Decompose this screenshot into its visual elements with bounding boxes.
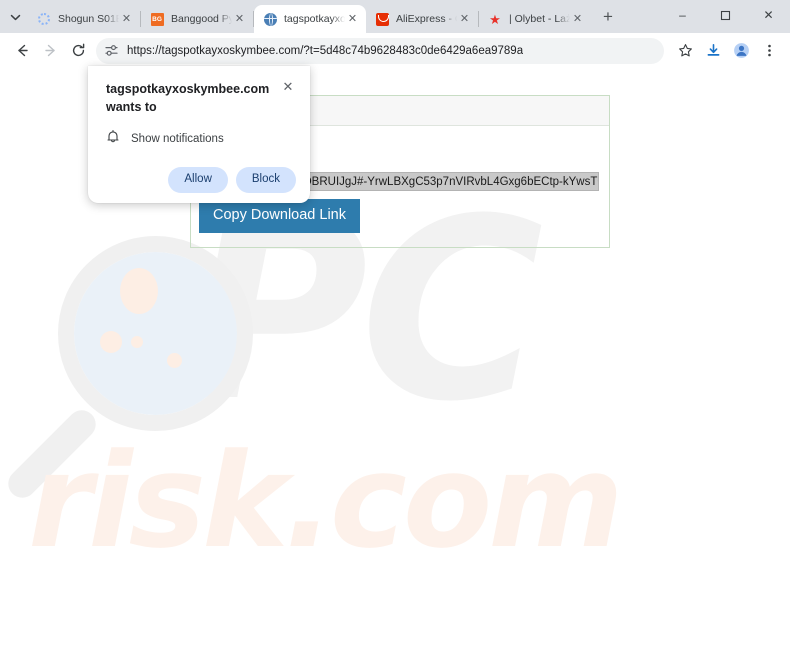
back-button[interactable] [8,37,36,65]
chevron-down-icon [10,14,20,20]
tab-title: Banggood Русски [171,13,232,25]
forward-button[interactable] [36,37,64,65]
reload-icon [72,43,84,57]
bell-icon [106,129,120,149]
block-button[interactable]: Block [235,167,296,194]
star-outline-icon [678,44,692,57]
tab-strip: Shogun S01E01.mp ✕ BG Banggood Русски ✕ … [0,0,790,33]
maximize-icon [720,10,731,20]
browser-toolbar: https://tagspotkayxoskymbee.com/?t=5d48c… [0,33,790,68]
aliexpress-icon [375,12,389,26]
window-minimize-button[interactable]: – [661,0,704,30]
address-bar[interactable]: https://tagspotkayxoskymbee.com/?t=5d48c… [96,37,664,64]
address-bar-url: https://tagspotkayxoskymbee.com/?t=5d48c… [127,44,524,57]
permission-close-button[interactable]: ✕ [280,79,296,95]
watermark-magnifier-lens [74,252,237,415]
notification-permission-dialog: tagspotkayxoskymbee.com wants to ✕ Show … [88,66,310,204]
tab-close-button[interactable]: ✕ [345,12,360,27]
tab-shogun[interactable]: Shogun S01E01.mp ✕ [28,5,140,33]
new-tab-button[interactable]: + [595,4,621,30]
watermark-dot [167,353,182,368]
watermark-dot [120,268,158,314]
browser-window: Shogun S01E01.mp ✕ BG Banggood Русски ✕ … [0,0,790,647]
window-maximize-button[interactable] [704,0,747,30]
arrow-right-icon [44,44,55,57]
tab-search-button[interactable] [2,4,28,30]
tab-tagspotkayxoskymbee[interactable]: tagspotkayxoskym ✕ [254,5,366,33]
tab-aliexpress[interactable]: AliExpress - Online ✕ [366,5,478,33]
profile-avatar-icon [733,43,749,58]
tab-close-button[interactable]: ✕ [457,12,472,27]
watermark-magnifier-ring [58,236,253,431]
bookmark-button[interactable] [672,38,698,64]
window-close-button[interactable]: ✕ [747,0,790,30]
tab-title: Shogun S01E01.mp [58,13,119,25]
tab-olybet[interactable]: ★ | Olybet - Lażybos ✕ [479,5,591,33]
tab-title: tagspotkayxoskym [284,13,345,25]
profile-button[interactable] [728,38,754,64]
download-icon [707,44,719,56]
watermark-dot [131,336,143,348]
reload-button[interactable] [64,37,92,65]
tab-title: | Olybet - Lażybos [509,13,570,25]
permission-title-row: tagspotkayxoskymbee.com wants to ✕ [106,79,296,116]
three-dot-menu-icon [767,44,771,57]
tab-close-button[interactable]: ✕ [119,12,134,27]
star-icon: ★ [489,12,501,26]
permission-option-row: Show notifications [106,129,296,149]
permission-title: tagspotkayxoskymbee.com wants to [106,82,270,115]
window-controls: – ✕ [661,0,790,33]
tune-sliders-icon[interactable] [100,40,122,62]
watermark-brand-suffix: risk.com [28,425,624,577]
browser-menu-button[interactable] [756,38,782,64]
tab-close-button[interactable]: ✕ [232,12,247,27]
loading-spinner-icon [37,12,51,26]
watermark-dot [100,331,122,353]
tab-title: AliExpress - Online [396,13,457,25]
permission-actions: Allow Block [106,167,296,194]
globe-icon [263,12,277,26]
watermark-magnifier-handle [2,404,102,504]
banggood-icon: BG [150,12,164,26]
arrow-left-icon [17,44,28,57]
downloads-button[interactable] [700,38,726,64]
copy-download-link-button[interactable]: Copy Download Link [199,199,360,233]
tab-banggood[interactable]: BG Banggood Русски ✕ [141,5,253,33]
tab-close-button[interactable]: ✕ [570,12,585,27]
allow-button[interactable]: Allow [168,167,228,194]
permission-option-label: Show notifications [131,133,224,146]
